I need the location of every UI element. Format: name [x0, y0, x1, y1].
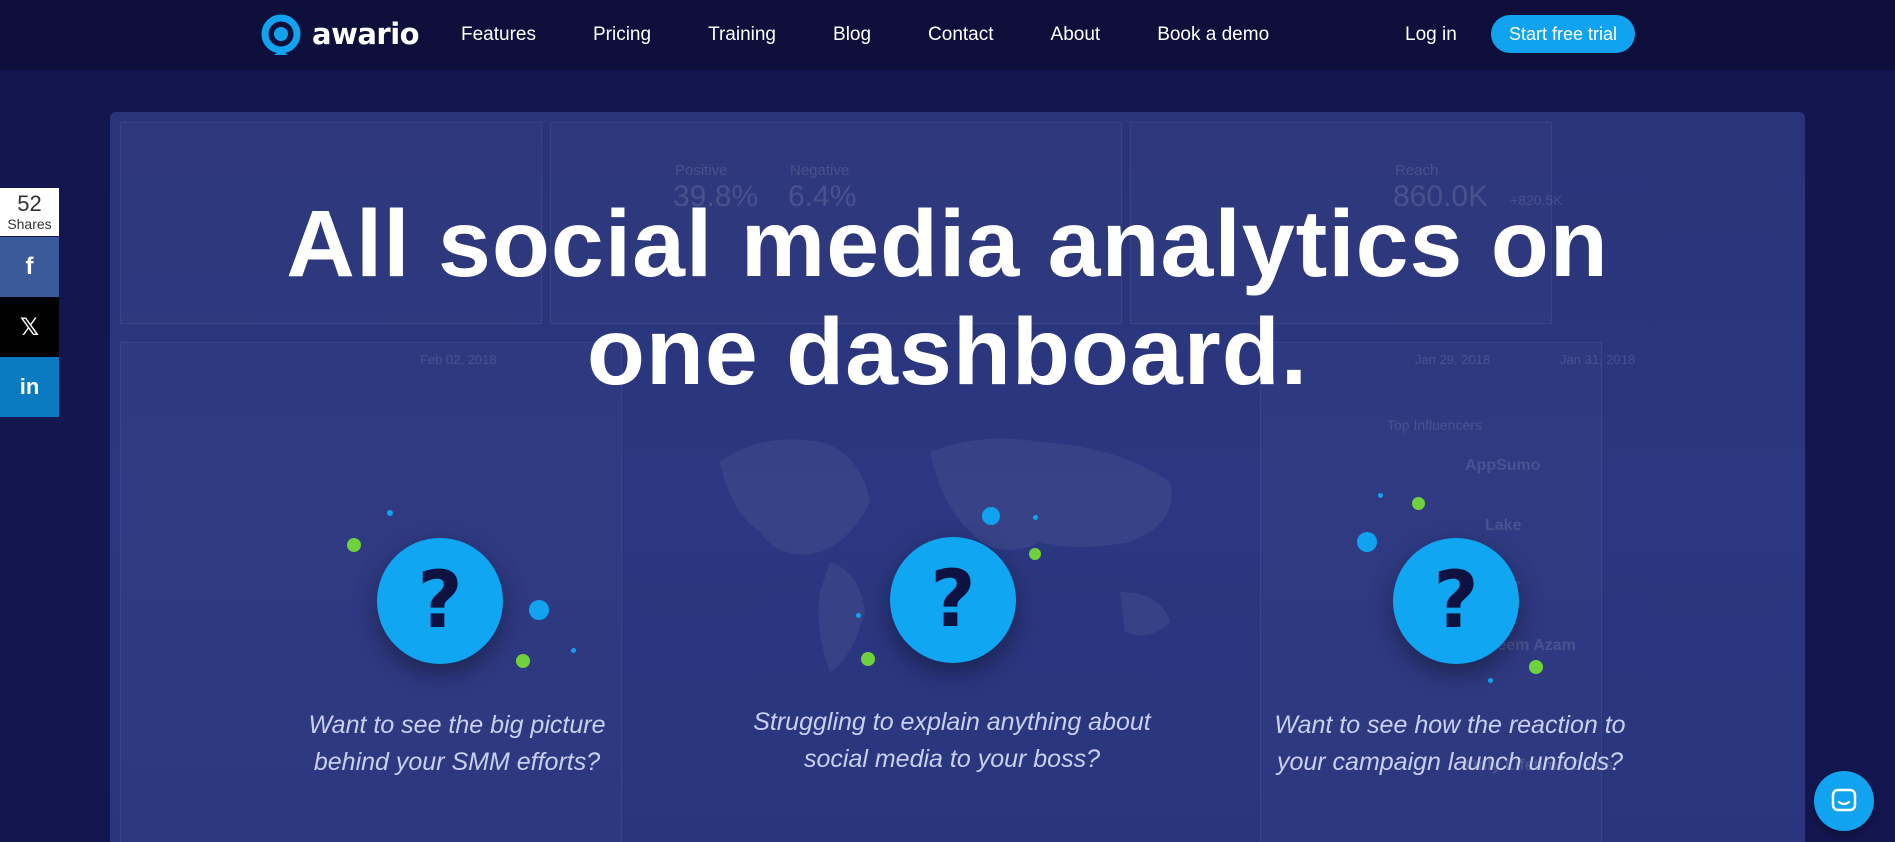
nav-link-blog[interactable]: Blog	[833, 24, 871, 46]
x-share-button[interactable]: 𝕏	[0, 297, 59, 357]
share-count-label: Shares	[7, 216, 52, 232]
decor-dot	[1029, 548, 1041, 560]
decor-dot	[529, 600, 549, 620]
bg-top-influencers: Top Influencers	[1387, 417, 1482, 433]
decor-dot	[1033, 515, 1038, 520]
awario-logo-icon	[261, 14, 301, 55]
feature-2-caption: Struggling to explain anything about soc…	[722, 704, 1182, 778]
nav-links: Features Pricing Training Blog Contact A…	[461, 24, 1326, 46]
hero-headline: All social media analytics on one dashbo…	[0, 190, 1895, 406]
logo-text: awario	[312, 17, 420, 51]
decor-dot	[1529, 660, 1543, 674]
feature-1-line-1: Want to see the big picture	[308, 711, 606, 739]
decor-dot	[861, 652, 875, 666]
decor-dot	[571, 648, 576, 653]
start-free-trial-button[interactable]: Start free trial	[1491, 15, 1635, 53]
decor-dot	[856, 613, 861, 618]
chat-widget-button[interactable]	[1814, 771, 1874, 831]
nav-link-pricing[interactable]: Pricing	[593, 24, 651, 46]
feature-1-line-2: behind your SMM efforts?	[313, 748, 601, 776]
facebook-share-button[interactable]: f	[0, 237, 59, 297]
share-count-number: 52	[17, 191, 42, 216]
chat-icon	[1831, 788, 1857, 812]
decor-dot	[1488, 678, 1493, 683]
bg-reach-label: Reach	[1395, 162, 1439, 179]
facebook-icon: f	[25, 253, 34, 280]
decor-dot	[1357, 532, 1377, 552]
decor-dot	[1378, 493, 1383, 498]
top-navbar: awario Features Pricing Training Blog Co…	[0, 0, 1895, 70]
decor-dot	[516, 654, 530, 668]
bg-positive-label: Positive	[675, 162, 728, 179]
awario-logo[interactable]: awario	[260, 13, 420, 55]
decor-dot	[347, 538, 361, 552]
linkedin-share-button[interactable]: in	[0, 357, 59, 417]
hero-section: Positive 39.8% Negative 6.4% Reach 860.0…	[0, 70, 1895, 842]
feature-3-question-icon: ?	[1393, 538, 1519, 664]
nav-link-training[interactable]: Training	[708, 24, 776, 46]
nav-link-book-demo[interactable]: Book a demo	[1157, 24, 1269, 46]
feature-1-caption: Want to see the big picture behind your …	[257, 707, 657, 781]
feature-3-line-2: your campaign launch unfolds?	[1276, 748, 1624, 776]
nav-link-about[interactable]: About	[1051, 24, 1101, 46]
feature-2-line-1: Struggling to explain anything about	[753, 708, 1151, 736]
feature-1-question-icon: ?	[377, 538, 503, 664]
linkedin-icon: in	[19, 374, 40, 399]
share-count: 52 Shares	[0, 188, 59, 236]
bg-influencer-2: Lake	[1485, 517, 1522, 534]
nav-link-features[interactable]: Features	[461, 24, 536, 46]
x-icon: 𝕏	[19, 313, 40, 341]
bg-influencer-1: AppSumo	[1465, 457, 1541, 474]
feature-2-line-2: social media to your boss?	[804, 745, 1100, 773]
headline-line-2: one dashboard.	[586, 299, 1309, 405]
feature-2-question-icon: ?	[890, 537, 1016, 663]
decor-dot	[982, 507, 1000, 525]
decor-dot	[387, 510, 393, 516]
login-link[interactable]: Log in	[1405, 24, 1457, 46]
decor-dot	[1412, 497, 1425, 510]
feature-3-caption: Want to see how the reaction to your cam…	[1250, 707, 1650, 781]
feature-3-line-1: Want to see how the reaction to	[1274, 711, 1626, 739]
bg-negative-label: Negative	[790, 162, 850, 179]
nav-link-contact[interactable]: Contact	[928, 24, 993, 46]
headline-line-1: All social media analytics on	[286, 191, 1609, 297]
